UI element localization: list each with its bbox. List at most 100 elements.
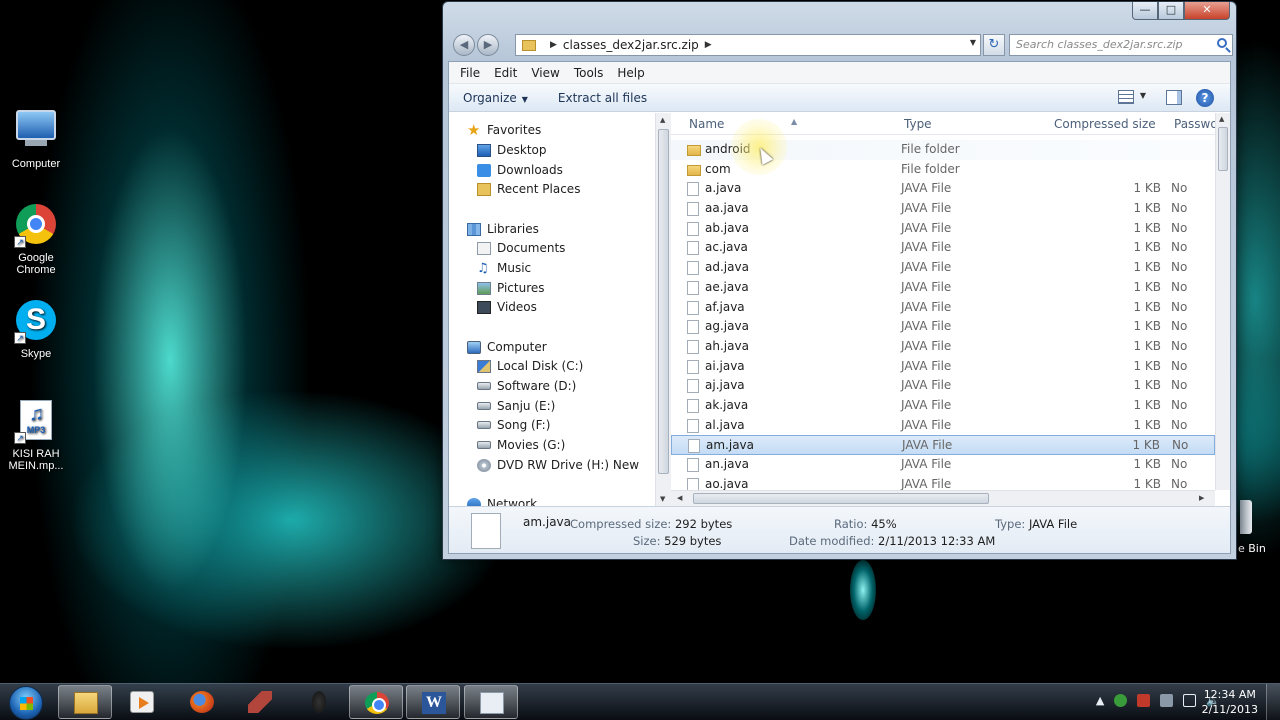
menu-view[interactable]: View [524,66,566,80]
desktop-icon-mp3[interactable]: MP3↗ KISI RAH MEIN.mp... [0,398,72,472]
nav-item-downloads[interactable]: Downloads [477,160,563,180]
file-list-vertical-scrollbar[interactable]: ▲ [1215,113,1230,490]
file-row[interactable]: ah.java JAVA File 1 KB No [671,337,1215,357]
scroll-right-icon[interactable]: ▶ [1199,494,1204,502]
scrollbar-thumb[interactable] [693,493,989,504]
menu-file[interactable]: File [453,66,487,80]
taskbar-unknown-app[interactable] [292,685,346,719]
extract-all-button[interactable]: Extract all files [548,91,657,105]
explorer-window: — □ ✕ ◀ ▶ ▶ classes_dex2jar.src.zip ▶ ▼ … [442,1,1237,560]
close-button[interactable]: ✕ [1184,2,1230,20]
address-bar[interactable]: ▶ classes_dex2jar.src.zip ▶ ▼ [515,34,981,56]
nav-item-local-disk-c[interactable]: Local Disk (C:) [477,356,583,376]
taskbar-game[interactable] [233,685,287,719]
preview-pane-icon[interactable] [1166,90,1182,105]
file-row[interactable]: a.java JAVA File 1 KB No [671,179,1215,199]
menu-help[interactable]: Help [610,66,651,80]
nav-item-videos[interactable]: Videos [477,297,537,317]
libraries-icon [467,222,481,236]
tray-flag-icon[interactable] [1137,694,1151,707]
skype-icon: S ↗ [14,300,58,344]
menu-edit[interactable]: Edit [487,66,524,80]
taskbar-media-player[interactable] [115,685,169,719]
search-icon[interactable] [1217,38,1227,48]
views-icon[interactable] [1118,90,1134,104]
scrollbar-thumb[interactable] [1218,127,1228,171]
nav-item-documents[interactable]: Documents [477,238,565,258]
desktop-icon-computer[interactable]: Computer [0,106,72,170]
breadcrumb-arrow-icon[interactable]: ▶ [550,40,557,50]
maximize-button[interactable]: □ [1158,2,1184,20]
chevron-down-icon[interactable]: ▼ [1140,91,1146,100]
nav-scrollbar[interactable]: ▲ ▼ [655,113,671,506]
nav-item-music[interactable]: ♫ Music [477,258,531,278]
file-row[interactable]: ag.java JAVA File 1 KB No [671,317,1215,337]
file-list-horizontal-scrollbar[interactable]: ◀ ▶ [671,490,1215,506]
scrollbar-thumb[interactable] [658,129,669,474]
nav-item-movies-g[interactable]: Movies (G:) [477,435,565,455]
nav-item-recent-places[interactable]: Recent Places [477,179,580,199]
nav-item-song-f[interactable]: Song (F:) [477,415,550,435]
file-row[interactable]: ab.java JAVA File 1 KB No [671,219,1215,239]
file-row[interactable]: al.java JAVA File 1 KB No [671,416,1215,436]
file-row[interactable]: am.java JAVA File 1 KB No [671,435,1215,455]
file-row[interactable]: ad.java JAVA File 1 KB No [671,258,1215,278]
network-icon[interactable] [1183,694,1197,707]
scroll-down-icon[interactable]: ▼ [660,495,665,503]
refresh-button[interactable]: ↻ [983,34,1005,56]
search-input[interactable]: Search classes_dex2jar.src.zip [1009,34,1233,56]
nav-computer[interactable]: Computer [467,337,547,357]
file-password: No [1171,299,1188,314]
nav-item-sanju-e[interactable]: Sanju (E:) [477,396,555,416]
file-row[interactable]: ak.java JAVA File 1 KB No [671,396,1215,416]
file-row[interactable]: aj.java JAVA File 1 KB No [671,376,1215,396]
taskbar-firefox[interactable] [175,685,229,719]
breadcrumb-zip[interactable]: classes_dex2jar.src.zip [563,38,699,52]
file-row[interactable]: af.java JAVA File 1 KB No [671,298,1215,318]
show-desktop-button[interactable] [1266,684,1280,720]
nav-item-pictures[interactable]: Pictures [477,278,545,298]
taskbar-explorer[interactable] [58,685,112,719]
file-row[interactable]: ai.java JAVA File 1 KB No [671,357,1215,377]
desktop-icon-skype[interactable]: S ↗ Skype [0,298,72,360]
system-clock[interactable]: 12:34 AM 2/11/2013 [1202,687,1258,717]
taskbar-word[interactable]: W [406,685,460,719]
column-name[interactable]: Name [689,117,724,131]
help-icon[interactable]: ? [1196,89,1214,107]
action-center-icon[interactable] [1160,694,1174,707]
nav-item-dvd-h[interactable]: DVD RW Drive (H:) New [477,455,639,475]
file-row[interactable]: an.java JAVA File 1 KB No [671,455,1215,475]
file-row[interactable]: ac.java JAVA File 1 KB No [671,238,1215,258]
forward-button[interactable]: ▶ [477,34,499,56]
column-compressed-size[interactable]: Compressed size [1054,117,1156,131]
file-row[interactable]: ae.java JAVA File 1 KB No [671,278,1215,298]
taskbar-chrome[interactable] [349,685,403,719]
nav-item-desktop[interactable]: Desktop [477,140,547,160]
show-hidden-icons-icon[interactable]: ▲ [1096,694,1104,707]
breadcrumb-arrow-icon[interactable]: ▶ [705,40,712,50]
scroll-up-icon[interactable]: ▲ [660,116,665,124]
file-row[interactable]: aa.java JAVA File 1 KB No [671,199,1215,219]
nav-network[interactable]: Network [467,494,537,506]
tray-app-icon[interactable] [1114,694,1128,707]
recycle-bin-icon[interactable] [1240,500,1252,534]
start-button[interactable] [9,686,43,720]
desktop-icon-chrome[interactable]: ↗ Google Chrome [0,202,72,276]
address-dropdown-icon[interactable]: ▼ [970,38,976,47]
taskbar-app-window[interactable] [464,685,518,719]
scroll-up-icon[interactable]: ▲ [1219,115,1224,123]
organize-button[interactable]: Organize ▼ [453,91,538,105]
menu-tools[interactable]: Tools [567,66,611,80]
file-type: JAVA File [901,201,952,216]
back-button[interactable]: ◀ [453,34,475,56]
minimize-button[interactable]: — [1132,2,1158,20]
scroll-left-icon[interactable]: ◀ [677,494,682,502]
nav-libraries[interactable]: Libraries [467,219,539,239]
column-type[interactable]: Type [904,117,932,131]
nav-item-software-d[interactable]: Software (D:) [477,376,576,396]
file-type: JAVA File [901,299,952,314]
file-name: am.java [706,438,754,453]
nav-favorites[interactable]: ★ Favorites [467,120,541,140]
details-label: Date modified: [789,534,875,548]
folder-icon [522,39,536,51]
